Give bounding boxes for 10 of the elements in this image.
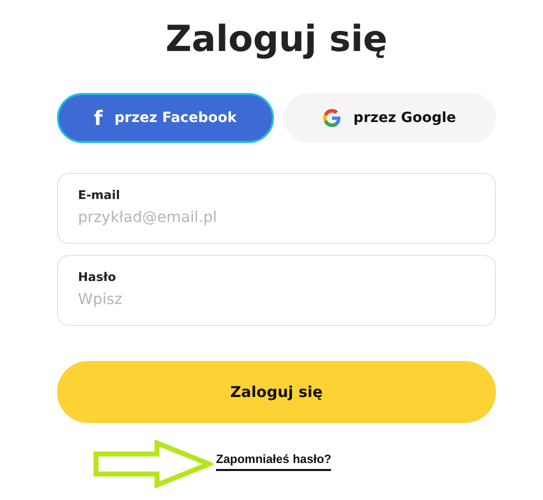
- page-title: Zaloguj się: [166, 18, 388, 62]
- field-label: Hasło: [78, 270, 117, 284]
- field-label: E-mail: [78, 188, 122, 202]
- google-login-button[interactable]: przez Google: [284, 93, 496, 143]
- login-button[interactable]: Zaloguj się: [57, 361, 496, 423]
- facebook-login-button[interactable]: f przez Facebook: [57, 93, 274, 143]
- forgot-password-link[interactable]: Zapomniałeś hasło?: [216, 452, 332, 471]
- input-field[interactable]: Wpisz: [78, 290, 475, 308]
- google-icon: [323, 109, 342, 127]
- input-field[interactable]: przykład@email.pl: [78, 208, 475, 226]
